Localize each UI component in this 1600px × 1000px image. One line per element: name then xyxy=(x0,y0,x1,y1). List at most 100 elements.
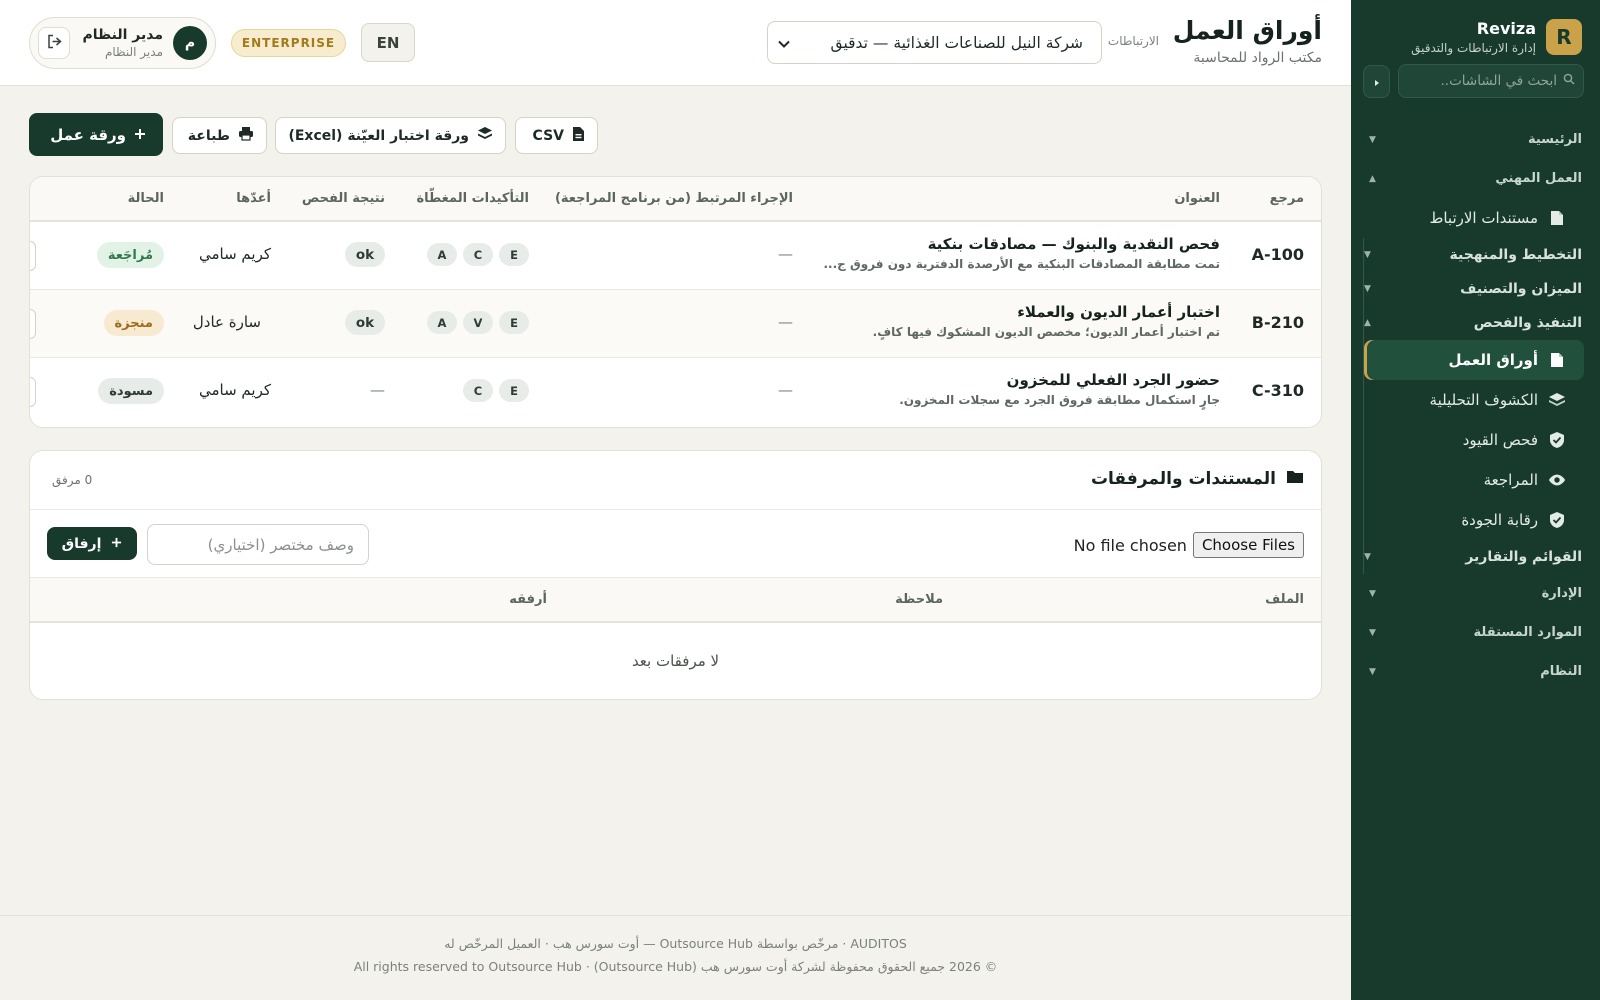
export-csv-button[interactable]: CSV xyxy=(515,117,598,154)
documents-panel: المستندات والمرفقات 0 مرفق No file chose… xyxy=(29,450,1322,700)
row-result-badge: ok xyxy=(345,310,385,335)
row-title[interactable]: فحص النقدية والبنوك — مصادقات بنكية xyxy=(824,235,1220,253)
column-header-assertions[interactable]: التأكيدات المغطّاة xyxy=(416,191,529,206)
shield-check-icon xyxy=(1548,431,1566,449)
column-header-procedure[interactable]: الإجراء المرتبط (من برنامج المراجعة) xyxy=(555,191,793,206)
footer: AUDITOS · مرخّص بواسطة Outsource Hub — أ… xyxy=(0,915,1351,1000)
brand: R Reviza إدارة الارتباطات والتدقيق xyxy=(1363,0,1584,60)
nav-group-system[interactable]: النظام ▼ xyxy=(1363,652,1584,691)
column-header-status[interactable]: الحالة xyxy=(128,191,164,206)
row-assertions: E V A xyxy=(427,311,529,334)
footer-copyright: © 2026 جميع الحقوق محفوظة لشركة أوت سورس… xyxy=(353,959,998,974)
sample-test-sheet-button[interactable]: ورقة اختبار العيّنة (Excel) xyxy=(275,117,506,154)
attachments-count: 0 مرفق xyxy=(52,473,93,487)
sidebar-search-input[interactable] xyxy=(1407,73,1557,89)
sample-test-sheet-label: ورقة اختبار العيّنة (Excel) xyxy=(288,127,469,144)
row-ref[interactable]: A-100 xyxy=(1252,245,1304,264)
attach-button[interactable]: إرفاق xyxy=(47,527,137,560)
sidebar-item-label: مستندات الارتباط xyxy=(1429,209,1538,227)
user-menu[interactable]: م مدير النظام مدير النظام xyxy=(29,17,216,69)
row-title-cell: فحص النقدية والبنوك — مصادقات بنكية تمت … xyxy=(824,235,1221,271)
chevron-down-icon xyxy=(778,34,790,52)
status-badge: منجزة xyxy=(103,310,164,336)
file-picker: No file chosen Choose Files xyxy=(1074,532,1304,558)
engagement-label: الارتباطات xyxy=(1107,34,1159,48)
export-csv-label: CSV xyxy=(532,127,564,144)
row-procedure: — xyxy=(778,245,793,263)
documents-title: المستندات والمرفقات xyxy=(1091,469,1304,489)
row-ref[interactable]: C-310 xyxy=(1252,381,1304,400)
sidebar: R Reviza إدارة الارتباطات والتدقيق الرئي… xyxy=(1351,0,1600,1000)
sidebar-item-quality-control[interactable]: رقابة الجودة xyxy=(1364,500,1584,540)
row-action-button[interactable] xyxy=(30,241,36,271)
column-header-attached-by: أرفقه xyxy=(509,592,547,607)
language-toggle-button[interactable]: EN xyxy=(361,23,415,62)
column-header-note: ملاحظة xyxy=(895,592,943,607)
chevron-down-icon: ▼ xyxy=(1364,284,1371,294)
status-badge: مسودة xyxy=(98,378,164,404)
table-row[interactable]: B-210 اختبار أعمار الديون والعملاء تم اخ… xyxy=(30,290,1321,358)
nav-group-statements-reports[interactable]: القوائم والتقارير ▼ xyxy=(1364,540,1584,574)
nav-group-independent-resources[interactable]: الموارد المستقلة ▼ xyxy=(1363,613,1584,652)
nav-group-trial-balance[interactable]: الميزان والتصنيف ▼ xyxy=(1364,272,1584,306)
assertion-badge: E xyxy=(499,311,529,334)
engagement-select[interactable]: شركة النيل للصناعات الغذائية — تدقيق xyxy=(767,21,1102,64)
chevron-right-icon xyxy=(1373,72,1381,91)
documents-header: المستندات والمرفقات 0 مرفق xyxy=(30,451,1321,510)
nav-group-administration[interactable]: الإدارة ▼ xyxy=(1363,574,1584,613)
chevron-down-icon: ▼ xyxy=(1369,627,1376,638)
search-icon xyxy=(1563,73,1575,89)
nav-group-professional-work[interactable]: العمل المهني ▲ xyxy=(1363,159,1584,198)
topbar: أوراق العمل مكتب الرواد للمحاسبة الارتبا… xyxy=(0,0,1351,86)
assertion-badge: A xyxy=(427,311,457,334)
sidebar-item-review[interactable]: المراجعة xyxy=(1364,460,1584,500)
row-title[interactable]: اختبار أعمار الديون والعملاء xyxy=(873,303,1220,321)
documents-title-text: المستندات والمرفقات xyxy=(1090,469,1276,489)
table-row[interactable]: C-310 حضور الجرد الفعلي للمخزون جارٍ است… xyxy=(30,358,1321,426)
sidebar-item-analytics[interactable]: الكشوف التحليلية xyxy=(1364,380,1584,420)
brand-name: Reviza xyxy=(1476,19,1536,38)
new-workpaper-button[interactable]: ورقة عمل xyxy=(29,113,163,156)
sidebar-item-journal-testing[interactable]: فحص القيود xyxy=(1364,420,1584,460)
nav-group-home[interactable]: الرئيسية ▼ xyxy=(1363,120,1584,159)
row-action-button[interactable] xyxy=(30,309,36,339)
choose-files-button[interactable]: Choose Files xyxy=(1192,532,1304,558)
nav-group-label: الميزان والتصنيف xyxy=(1460,281,1582,297)
chevron-up-icon: ▲ xyxy=(1364,318,1371,328)
attachment-note-input[interactable] xyxy=(147,524,369,565)
assertion-badge: V xyxy=(463,311,493,334)
user-role: مدير النظام xyxy=(104,45,163,59)
row-title[interactable]: حضور الجرد الفعلي للمخزون xyxy=(899,371,1220,389)
column-header-ref[interactable]: مرجع xyxy=(1270,191,1304,206)
row-ref[interactable]: B-210 xyxy=(1252,313,1304,332)
assertion-badge: C xyxy=(463,379,493,402)
assertion-badge: C xyxy=(463,243,493,266)
plan-badge: ENTERPRISE xyxy=(231,29,346,57)
logout-button[interactable] xyxy=(38,27,70,59)
row-action-button[interactable] xyxy=(30,377,36,407)
nav-group-label: النظام xyxy=(1540,664,1582,679)
sidebar-item-label: المراجعة xyxy=(1483,471,1538,489)
nav-group-planning[interactable]: التخطيط والمنهجية ▼ xyxy=(1364,238,1584,272)
assertion-badge: E xyxy=(499,379,529,402)
row-result: — xyxy=(370,381,385,399)
column-header-title[interactable]: العنوان xyxy=(1174,191,1220,206)
column-header-result[interactable]: نتيجة الفحص xyxy=(302,191,385,206)
sidebar-collapse-button[interactable] xyxy=(1363,64,1390,98)
sidebar-item-label: رقابة الجودة xyxy=(1461,511,1538,529)
nav-group-label: العمل المهني xyxy=(1495,171,1582,186)
row-assertions: E C xyxy=(463,379,529,402)
chevron-down-icon: ▼ xyxy=(1369,666,1376,677)
sidebar-item-workpapers[interactable]: أوراق العمل xyxy=(1364,340,1584,380)
document-icon xyxy=(1548,209,1566,227)
column-header-preparer[interactable]: أعدّها xyxy=(236,191,271,206)
engagement-select-value: شركة النيل للصناعات الغذائية — تدقيق xyxy=(830,33,1083,52)
table-row[interactable]: A-100 فحص النقدية والبنوك — مصادقات بنكي… xyxy=(30,222,1321,290)
printer-icon xyxy=(238,126,254,145)
chevron-down-icon: ▼ xyxy=(1369,134,1376,145)
nav-group-execution[interactable]: التنفيذ والفحص ▲ xyxy=(1364,306,1584,340)
print-button[interactable]: طباعة xyxy=(172,117,267,154)
sidebar-item-label: أوراق العمل xyxy=(1448,351,1538,369)
sidebar-item-engagement-docs[interactable]: مستندات الارتباط xyxy=(1363,198,1584,238)
row-description: جارٍ استكمال مطابقة فروق الجرد مع سجلات … xyxy=(899,393,1220,407)
